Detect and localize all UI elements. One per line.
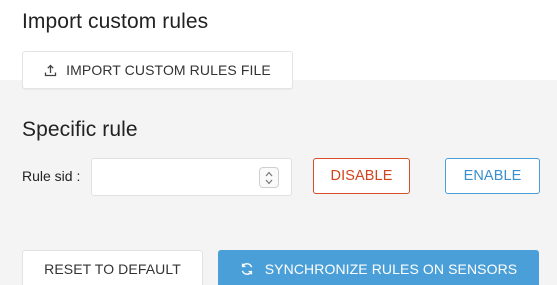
- synchronize-rules-button[interactable]: SYNCHRONIZE RULES ON SENSORS: [218, 250, 539, 285]
- import-heading: Import custom rules: [22, 10, 209, 33]
- upload-icon: [44, 64, 57, 77]
- import-button-label: IMPORT CUSTOM RULES FILE: [66, 62, 271, 78]
- spinner-arrows-icon[interactable]: [259, 167, 279, 188]
- spinner-up-icon[interactable]: [265, 171, 273, 177]
- reset-to-default-button[interactable]: RESET TO DEFAULT: [22, 250, 203, 285]
- sync-button-label: SYNCHRONIZE RULES ON SENSORS: [264, 261, 518, 277]
- disable-button[interactable]: DISABLE: [313, 158, 410, 194]
- rules-settings-page: Import custom rules IMPORT CUSTOM RULES …: [0, 0, 557, 285]
- rule-sid-label: Rule sid :: [22, 168, 81, 184]
- sync-icon: [240, 262, 254, 276]
- specific-rule-heading: Specific rule: [22, 118, 138, 141]
- import-rules-file-button[interactable]: IMPORT CUSTOM RULES FILE: [22, 51, 293, 89]
- rule-sid-field: [91, 158, 292, 196]
- enable-button[interactable]: ENABLE: [445, 158, 540, 194]
- spinner-down-icon[interactable]: [265, 179, 273, 185]
